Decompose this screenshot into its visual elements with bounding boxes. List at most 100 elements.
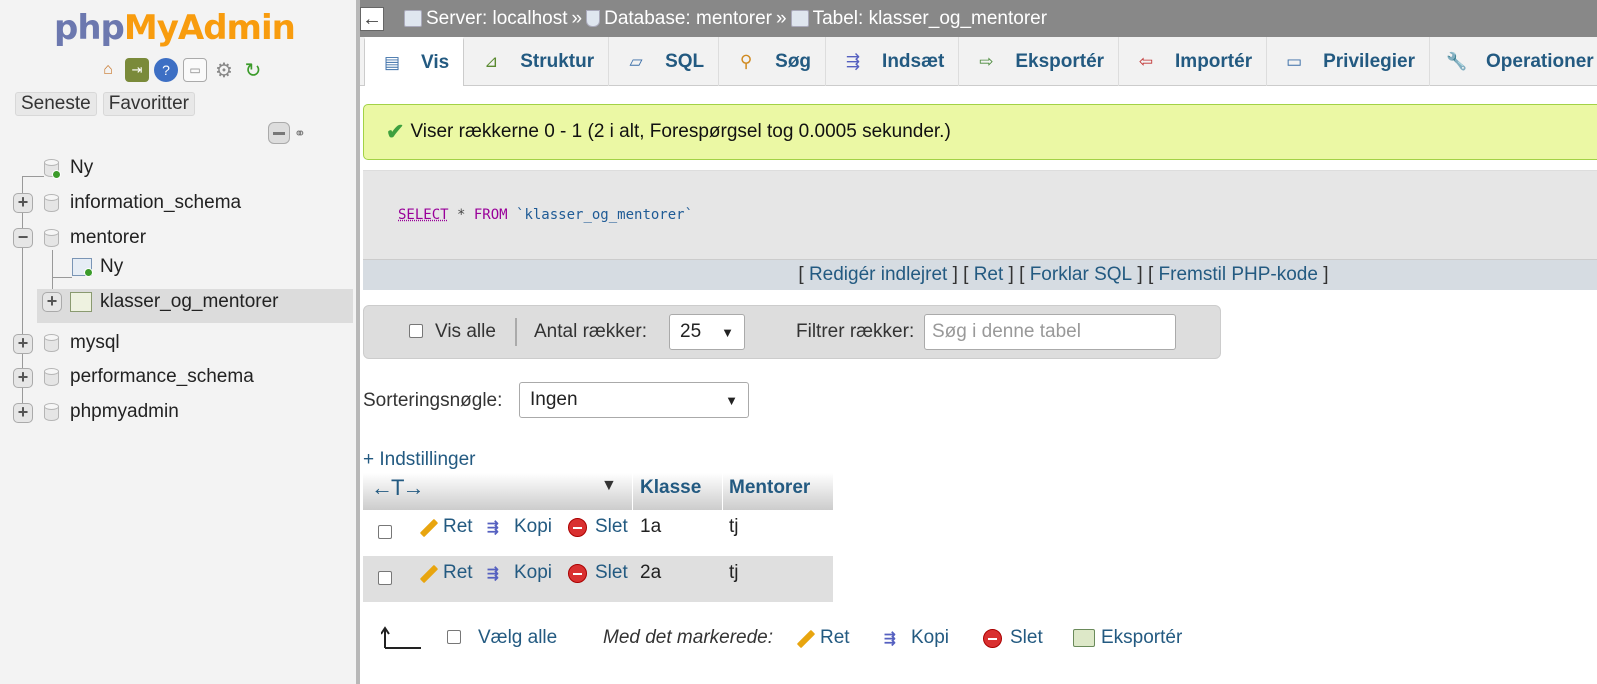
row-checkbox[interactable] bbox=[378, 571, 392, 585]
dropdown-caret-icon: ▼ bbox=[721, 324, 734, 340]
tab-browse[interactable]: ▤ Vis bbox=[364, 37, 465, 86]
database-icon bbox=[44, 194, 59, 214]
structure-icon: ⊿ bbox=[484, 51, 499, 71]
expand-icon[interactable]: + bbox=[42, 292, 62, 312]
table-icon bbox=[790, 10, 809, 27]
tree-item-new-database[interactable]: Ny bbox=[70, 157, 93, 179]
tab-label: Privilegier bbox=[1323, 50, 1415, 72]
cell-klasse[interactable]: 1a bbox=[640, 516, 661, 538]
select-all-label[interactable]: Vælg alle bbox=[478, 627, 557, 649]
tree-item-mysql[interactable]: mysql bbox=[70, 332, 120, 354]
tree-item-klasser-og-mentorer[interactable]: klasser_og_mentorer bbox=[100, 291, 278, 313]
tab-structure[interactable]: ⊿ Struktur bbox=[464, 37, 610, 86]
tree-item-new-table[interactable]: Ny bbox=[100, 256, 123, 278]
settings-gear-icon[interactable]: ⚙ bbox=[212, 58, 236, 82]
row-copy-action[interactable]: ⇶ Kopi bbox=[487, 516, 552, 538]
row-delete-action[interactable]: Slet bbox=[568, 562, 628, 584]
logout-icon[interactable]: ⇥ bbox=[125, 58, 149, 82]
browse-table-icon: ▤ bbox=[383, 53, 401, 72]
collapse-all-button[interactable] bbox=[268, 122, 290, 144]
tab-label: Eksportér bbox=[1015, 50, 1105, 72]
home-icon[interactable]: ⌂ bbox=[96, 58, 120, 82]
cell-mentorer[interactable]: tj bbox=[729, 516, 739, 538]
rows-count-select[interactable]: 25 ▼ bbox=[669, 314, 745, 350]
tree-line bbox=[52, 277, 72, 278]
tree-item-phpmyadmin[interactable]: phpmyadmin bbox=[70, 401, 179, 423]
breadcrumb-database[interactable]: Database: mentorer bbox=[586, 8, 772, 30]
privileges-icon: ▭ bbox=[1286, 51, 1303, 71]
sidebar-tabs: Seneste Favoritter bbox=[15, 92, 195, 116]
success-message-text: Viser rækkerne 0 - 1 (2 i alt, Forespørg… bbox=[410, 121, 951, 142]
column-header-mentorer[interactable]: Mentorer bbox=[723, 473, 833, 510]
sql-keyword-select[interactable]: SELECT bbox=[398, 207, 449, 223]
tab-export[interactable]: ⇨ Eksportér bbox=[959, 37, 1120, 86]
breadcrumb-server-label: Server: localhost bbox=[426, 7, 568, 29]
collapse-icon[interactable]: − bbox=[13, 228, 33, 248]
back-arrow-icon[interactable]: ← bbox=[360, 6, 384, 31]
tab-label: Operationer bbox=[1486, 50, 1594, 72]
edit-label: Ret bbox=[443, 516, 473, 537]
row-checkbox[interactable] bbox=[378, 525, 392, 539]
sidebar-resize-handle[interactable] bbox=[356, 0, 360, 684]
help-icon[interactable]: ? bbox=[154, 58, 178, 82]
success-message: ✔ Viser rækkerne 0 - 1 (2 i alt, Forespø… bbox=[363, 104, 1597, 160]
create-php-code-link[interactable]: Fremstil PHP-kode bbox=[1159, 264, 1318, 286]
copy-icon: ⇶ bbox=[487, 519, 499, 535]
row-delete-action[interactable]: Slet bbox=[568, 516, 628, 538]
column-menu-triangle-icon[interactable]: ▼ bbox=[601, 477, 617, 495]
column-controls-header: ←T→ ▼ bbox=[363, 473, 633, 510]
edit-sql-link[interactable]: Ret bbox=[974, 264, 1004, 286]
tree-item-performance-schema[interactable]: performance_schema bbox=[70, 366, 254, 388]
show-all-checkbox[interactable] bbox=[409, 324, 423, 338]
expand-icon[interactable]: + bbox=[13, 403, 33, 423]
tab-label: SQL bbox=[665, 50, 705, 72]
bulk-export-action[interactable]: Eksportér bbox=[1073, 627, 1182, 649]
expand-icon[interactable]: + bbox=[13, 334, 33, 354]
tab-sql[interactable]: ▱ SQL bbox=[609, 37, 720, 86]
column-header-klasse[interactable]: Klasse bbox=[633, 473, 723, 510]
row-copy-action[interactable]: ⇶ Kopi bbox=[487, 562, 552, 584]
sql-keyword-from: FROM bbox=[473, 207, 508, 223]
bulk-edit-label: Ret bbox=[820, 627, 850, 648]
breadcrumb-bar: ← Server: localhost » Database: mentorer… bbox=[360, 0, 1597, 37]
cell-klasse[interactable]: 2a bbox=[640, 562, 661, 584]
favorites-button[interactable]: Favoritter bbox=[102, 92, 195, 116]
tab-import[interactable]: ⇦ Importér bbox=[1119, 37, 1268, 86]
reload-icon[interactable]: ↻ bbox=[241, 58, 265, 82]
column-resize-arrows-icon[interactable]: ←T→ bbox=[371, 475, 424, 501]
delete-icon bbox=[983, 628, 1002, 648]
cell-mentorer[interactable]: tj bbox=[729, 562, 739, 584]
row-edit-action[interactable]: Ret bbox=[418, 562, 473, 584]
documentation-icon[interactable]: ▭ bbox=[183, 58, 207, 82]
recent-button[interactable]: Seneste bbox=[15, 92, 97, 116]
bulk-delete-action[interactable]: Slet bbox=[983, 627, 1043, 649]
expand-icon[interactable]: + bbox=[13, 368, 33, 388]
phpmyadmin-logo[interactable]: phpMyAdmin bbox=[54, 8, 296, 48]
bulk-copy-label: Kopi bbox=[911, 627, 950, 648]
sort-key-select[interactable]: Ingen ▼ bbox=[519, 382, 749, 418]
bulk-copy-action[interactable]: ⇶ Kopi bbox=[884, 627, 949, 649]
tab-privileges[interactable]: ▭ Privilegier bbox=[1267, 37, 1430, 86]
expand-icon[interactable]: + bbox=[13, 193, 33, 213]
link-with-main-icon[interactable]: ⚭ bbox=[294, 125, 306, 142]
breadcrumb-server[interactable]: Server: localhost bbox=[404, 8, 568, 30]
bulk-edit-action[interactable]: Ret bbox=[795, 627, 850, 649]
explain-sql-link[interactable]: Forklar SQL bbox=[1030, 264, 1132, 286]
tree-item-information-schema[interactable]: information_schema bbox=[70, 192, 241, 214]
tab-operations[interactable]: 🔧 Operationer bbox=[1430, 37, 1597, 86]
logo-php-text: php bbox=[54, 8, 125, 48]
edit-inline-link[interactable]: Redigér indlejret bbox=[809, 264, 947, 286]
with-selected-label: Med det markerede: bbox=[603, 627, 774, 648]
select-all-checkbox[interactable] bbox=[447, 630, 461, 644]
tab-insert[interactable]: ⇶ Indsæt bbox=[826, 37, 960, 86]
tree-item-mentorer[interactable]: mentorer bbox=[70, 227, 146, 249]
options-link[interactable]: + Indstillinger bbox=[363, 449, 475, 471]
row-edit-action[interactable]: Ret bbox=[418, 516, 473, 538]
delete-label: Slet bbox=[595, 516, 628, 537]
breadcrumb-table[interactable]: Tabel: klasser_og_mentorer bbox=[790, 8, 1047, 30]
tab-search[interactable]: ⚲ Søg bbox=[719, 37, 827, 86]
filter-rows-input[interactable]: Søg i denne tabel bbox=[924, 314, 1176, 350]
result-table: ←T→ ▼ Klasse Mentorer Ret ⇶ Kopi Slet 1a … bbox=[363, 473, 833, 602]
bracket: ] [ bbox=[1132, 264, 1159, 285]
breadcrumb-separator: » bbox=[776, 7, 787, 29]
